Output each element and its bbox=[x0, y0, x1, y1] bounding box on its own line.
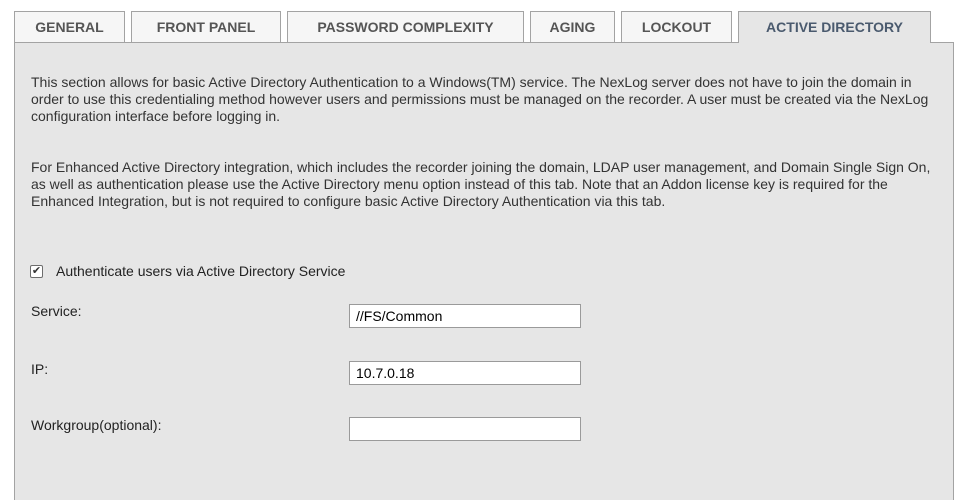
tab-active-directory[interactable]: ACTIVE DIRECTORY bbox=[738, 11, 931, 43]
intro-text: This section allows for basic Active Dir… bbox=[31, 74, 929, 124]
workgroup-label: Workgroup(optional): bbox=[31, 417, 162, 433]
authenticate-label: Authenticate users via Active Directory … bbox=[56, 263, 346, 279]
ip-label: IP: bbox=[31, 361, 49, 377]
settings-page: GENERAL FRONT PANEL PASSWORD COMPLEXITY … bbox=[0, 0, 969, 500]
tab-general[interactable]: GENERAL bbox=[14, 11, 125, 42]
service-input[interactable] bbox=[349, 304, 581, 328]
enhanced-integration-note: For Enhanced Active Directory integratio… bbox=[31, 159, 931, 209]
tab-password-complexity[interactable]: PASSWORD COMPLEXITY bbox=[287, 11, 524, 42]
tab-aging[interactable]: AGING bbox=[530, 11, 615, 42]
tab-lockout[interactable]: LOCKOUT bbox=[621, 11, 732, 42]
active-directory-panel: This section allows for basic Active Dir… bbox=[14, 42, 954, 500]
ip-input[interactable] bbox=[349, 361, 581, 385]
tab-front-panel[interactable]: FRONT PANEL bbox=[131, 11, 281, 42]
service-label: Service: bbox=[31, 303, 82, 319]
authenticate-checkbox[interactable]: ✔ bbox=[30, 264, 43, 278]
tab-bar: GENERAL FRONT PANEL PASSWORD COMPLEXITY … bbox=[14, 11, 937, 43]
workgroup-input[interactable] bbox=[349, 417, 581, 441]
authenticate-option[interactable]: ✔ Authenticate users via Active Director… bbox=[30, 263, 345, 279]
